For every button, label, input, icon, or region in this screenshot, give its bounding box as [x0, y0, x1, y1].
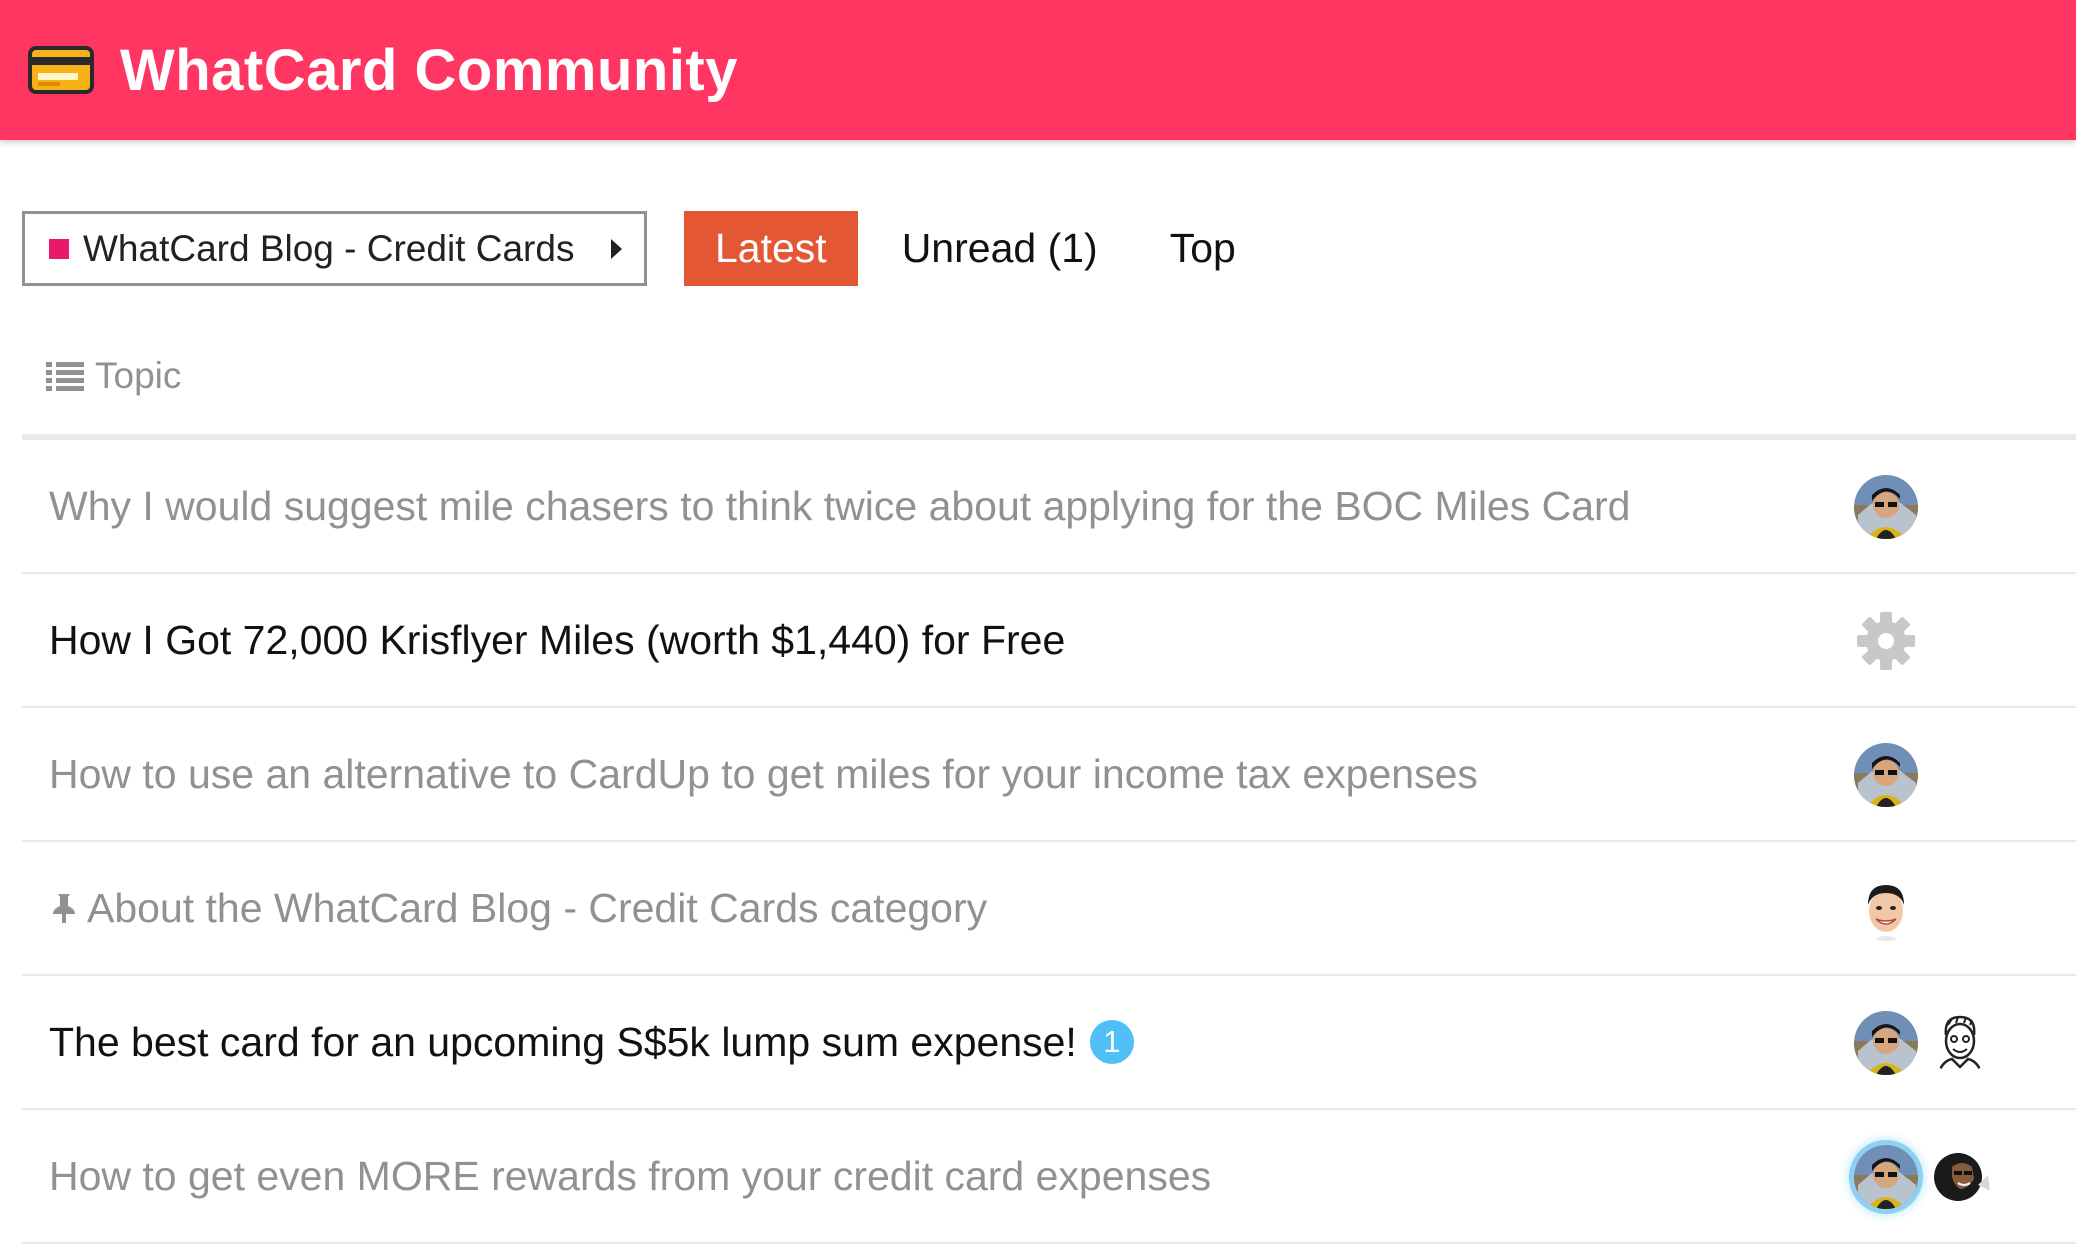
topic-column-label: Topic — [95, 355, 182, 396]
topic-title-link[interactable]: How to get even MORE rewards from your c… — [49, 1153, 1211, 1200]
new-replies-badge[interactable]: 1 — [1089, 1020, 1134, 1064]
topic-title-text: The best card for an upcoming S$5k lump … — [49, 1018, 1077, 1065]
category-label: WhatCard Blog - Credit Cards — [83, 227, 575, 269]
topic-title-link[interactable]: How I Got 72,000 Krisflyer Miles (worth … — [49, 617, 1065, 664]
avatar-user-sunglasses[interactable] — [1854, 475, 1918, 539]
topic-row: How to get even MORE rewards from your c… — [22, 1110, 2076, 1244]
list-icon — [46, 362, 84, 391]
pin-icon — [53, 894, 75, 923]
topic-title-link[interactable]: How to use an alternative to CardUp to g… — [49, 751, 1478, 798]
topic-title-link[interactable]: The best card for an upcoming S$5k lump … — [49, 1019, 1134, 1066]
avatar-user-sunglasses[interactable] — [1854, 743, 1918, 807]
topic-title-text: Why I would suggest mile chasers to thin… — [49, 482, 1631, 529]
topic-title-text: How to get even MORE rewards from your c… — [49, 1152, 1212, 1199]
topic-posters — [1854, 574, 1918, 708]
topic-row: How to use an alternative to CardUp to g… — [22, 708, 2076, 842]
tab-top[interactable]: Top — [1140, 211, 1266, 286]
topic-posters — [1854, 976, 1992, 1110]
topic-title-text: How I Got 72,000 Krisflyer Miles (worth … — [49, 616, 1066, 663]
category-dropdown[interactable]: WhatCard Blog - Credit Cards — [22, 211, 647, 286]
topic-title-link[interactable]: Why I would suggest mile chasers to thin… — [49, 483, 1630, 530]
topic-posters — [1854, 708, 1918, 842]
site-title[interactable]: WhatCard Community — [120, 37, 738, 104]
topic-title-link[interactable]: About the WhatCard Blog - Credit Cards c… — [49, 885, 987, 932]
credit-card-icon[interactable] — [28, 46, 94, 94]
topic-posters — [1854, 1110, 1992, 1244]
avatar-user-smiling[interactable] — [1854, 877, 1918, 941]
topic-row: Why I would suggest mile chasers to thin… — [22, 440, 2076, 574]
topic-title-text: How to use an alternative to CardUp to g… — [49, 750, 1478, 797]
topic-row: The best card for an upcoming S$5k lump … — [22, 976, 2076, 1110]
topic-list: Why I would suggest mile chasers to thin… — [22, 440, 2076, 1244]
topic-title-text: About the WhatCard Blog - Credit Cards c… — [87, 884, 988, 931]
topic-row: About the WhatCard Blog - Credit Cards c… — [22, 842, 2076, 976]
site-header: WhatCard Community — [0, 0, 2076, 140]
avatar-user-dark[interactable] — [1928, 1145, 1992, 1209]
avatar-user-sunglasses[interactable] — [1854, 1145, 1918, 1209]
poster-system[interactable] — [1854, 609, 1918, 673]
avatar-user-sketch[interactable] — [1928, 1011, 1992, 1075]
caret-right-icon — [611, 238, 622, 259]
tab-latest[interactable]: Latest — [684, 211, 858, 286]
topic-posters — [1854, 440, 1918, 574]
topic-posters — [1854, 842, 1918, 976]
avatar-user-sunglasses[interactable] — [1854, 1011, 1918, 1075]
gear-icon — [1857, 612, 1915, 670]
topic-column-header[interactable]: Topic — [46, 355, 181, 397]
category-color-swatch — [49, 238, 69, 259]
tab-unread[interactable]: Unread (1) — [872, 211, 1128, 286]
navigation-bar: WhatCard Blog - Credit Cards Latest Unre… — [22, 211, 1266, 286]
topic-row: How I Got 72,000 Krisflyer Miles (worth … — [22, 574, 2076, 708]
